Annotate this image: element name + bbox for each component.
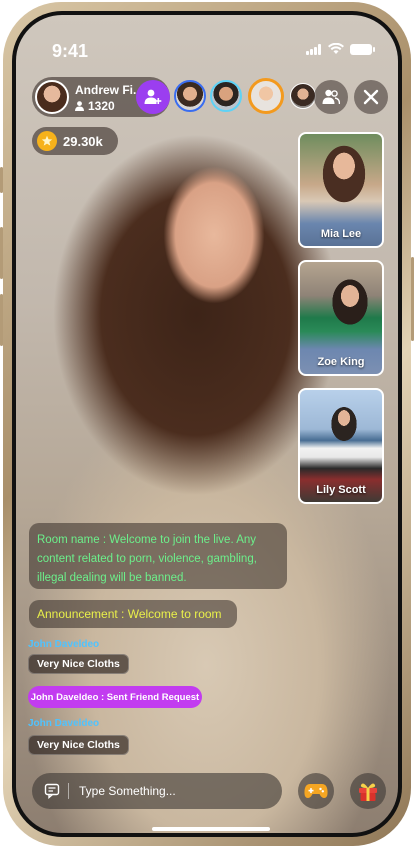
guest-card[interactable]: Zoe King [298,260,384,376]
viewer-avatar[interactable] [210,80,242,112]
chat-username[interactable]: John Daveldeo [28,639,99,650]
chat-icon [44,783,60,799]
user-icon [75,101,84,111]
host-followers: 1320 [75,99,115,113]
gift-icon [359,783,377,801]
host-follower-count: 1320 [88,99,115,113]
battery-icon [350,43,375,55]
guest-name: Mia Lee [320,228,362,240]
close-live-button[interactable] [354,80,388,114]
phone-frame: 9:41 Andrew Fi.. 1320 29.30k Mia Lee Zoe… [0,2,414,846]
gift-button[interactable] [350,773,386,809]
signal-icon [306,43,322,55]
home-indicator[interactable] [152,827,270,831]
game-button[interactable] [298,773,334,809]
guest-name: Zoe King [317,356,365,368]
viewers-list-button[interactable] [314,80,348,114]
guest-name: Lily Scott [316,484,366,496]
viewer-avatar[interactable] [290,83,316,109]
message-input[interactable] [77,783,261,799]
chat-message: Very Nice Cloths [28,735,129,755]
status-icons [306,43,375,55]
host-name: Andrew Fi.. [75,83,140,97]
chat-message: Very Nice Cloths [28,654,129,674]
status-time: 9:41 [52,41,89,61]
guest-card[interactable]: Lily Scott [298,388,384,504]
side-button-power [411,257,414,341]
gamepad-icon [304,784,328,798]
host-info[interactable]: Andrew Fi.. 1320 [32,77,170,117]
viewer-avatar[interactable] [248,78,284,114]
phone-bezel: 9:41 Andrew Fi.. 1320 29.30k Mia Lee Zoe… [12,11,402,837]
guest-card[interactable]: Mia Lee [298,132,384,248]
host-avatar[interactable] [35,80,69,114]
side-button-mute [0,167,3,193]
users-icon [322,89,340,105]
follow-host-button[interactable] [136,80,170,114]
room-rules-message: Room name : Welcome to join the live. An… [29,523,287,589]
coin-balance[interactable]: 29.30k [32,127,118,155]
top-bar: Andrew Fi.. 1320 [32,77,388,119]
message-input-bar[interactable] [32,773,282,809]
announcement-message: Announcement : Welcome to room [29,600,237,628]
viewer-avatar[interactable] [174,80,206,112]
add-user-icon [144,89,162,104]
input-divider [68,783,69,799]
side-button-volume-down [0,294,3,346]
coin-value: 29.30k [63,133,103,149]
live-stream-screen: 9:41 Andrew Fi.. 1320 29.30k Mia Lee Zoe… [16,15,398,833]
side-button-volume-up [0,227,3,279]
chat-username[interactable]: John Daveldeo [28,718,99,729]
star-coin-icon [37,131,57,151]
wifi-icon [328,43,344,54]
close-icon [363,89,379,105]
friend-request-notice[interactable]: John Daveldeo : Sent Friend Request [28,686,202,708]
